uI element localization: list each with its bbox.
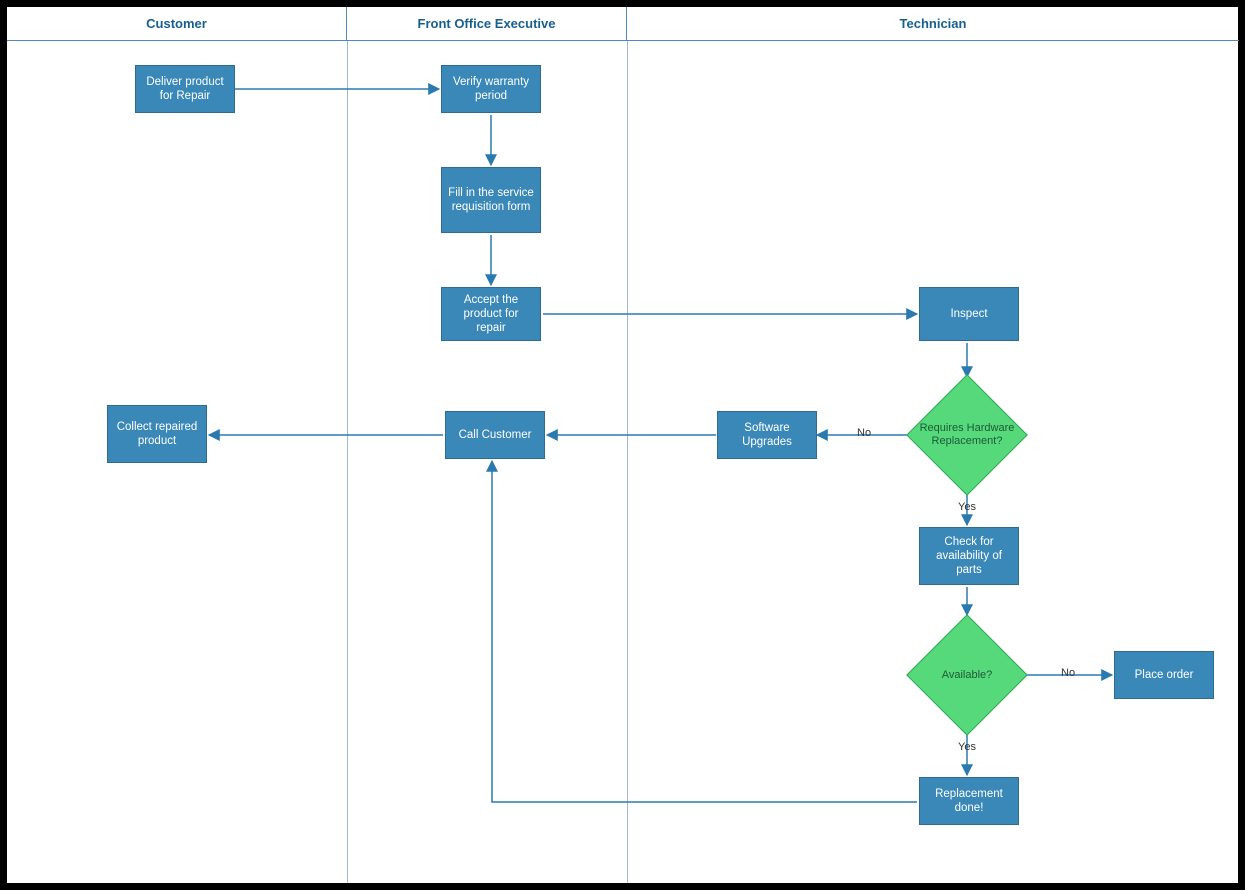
lane-header-frontoffice: Front Office Executive — [347, 7, 627, 41]
node-label: Verify warranty period — [448, 75, 534, 103]
node-software-upgrades: Software Upgrades — [717, 411, 817, 459]
lane-header-technician: Technician — [627, 7, 1239, 41]
node-deliver-product: Deliver product for Repair — [135, 65, 235, 113]
decision-label: Available? — [907, 615, 1027, 735]
node-label: Deliver product for Repair — [142, 75, 228, 103]
lane-divider-2 — [627, 41, 628, 883]
node-label: Accept the product for repair — [448, 293, 534, 335]
edge-label-av-no: No — [1061, 667, 1075, 679]
edge-label-hw-yes: Yes — [958, 501, 976, 513]
node-place-order: Place order — [1114, 651, 1214, 699]
node-inspect: Inspect — [919, 287, 1019, 341]
node-label: Collect repaired product — [114, 420, 200, 448]
node-check-parts: Check for availability of parts — [919, 527, 1019, 585]
lane-header-customer: Customer — [7, 7, 347, 41]
node-label: Call Customer — [459, 428, 532, 442]
edge-label-hw-no: No — [857, 427, 871, 439]
edge-replacement-callcustomer — [492, 461, 917, 802]
node-available: Available? — [907, 615, 1027, 735]
node-replacement-done: Replacement done! — [919, 777, 1019, 825]
decision-label: Requires Hardware Replacement? — [907, 375, 1027, 495]
node-label: Check for availability of parts — [926, 535, 1012, 577]
node-label: Software Upgrades — [724, 421, 810, 449]
swimlane-diagram: Customer Front Office Executive Technici… — [6, 6, 1239, 884]
edge-label-av-yes: Yes — [958, 741, 976, 753]
node-call-customer: Call Customer — [445, 411, 545, 459]
node-requires-hardware: Requires Hardware Replacement? — [907, 375, 1027, 495]
node-collect-product: Collect repaired product — [107, 405, 207, 463]
node-label: Inspect — [950, 307, 987, 321]
node-accept-product: Accept the product for repair — [441, 287, 541, 341]
node-verify-warranty: Verify warranty period — [441, 65, 541, 113]
node-label: Replacement done! — [926, 787, 1012, 815]
lane-divider-1 — [347, 41, 348, 883]
node-label: Fill in the service requisition form — [448, 186, 534, 214]
node-label: Place order — [1135, 668, 1194, 682]
node-fill-form: Fill in the service requisition form — [441, 167, 541, 233]
